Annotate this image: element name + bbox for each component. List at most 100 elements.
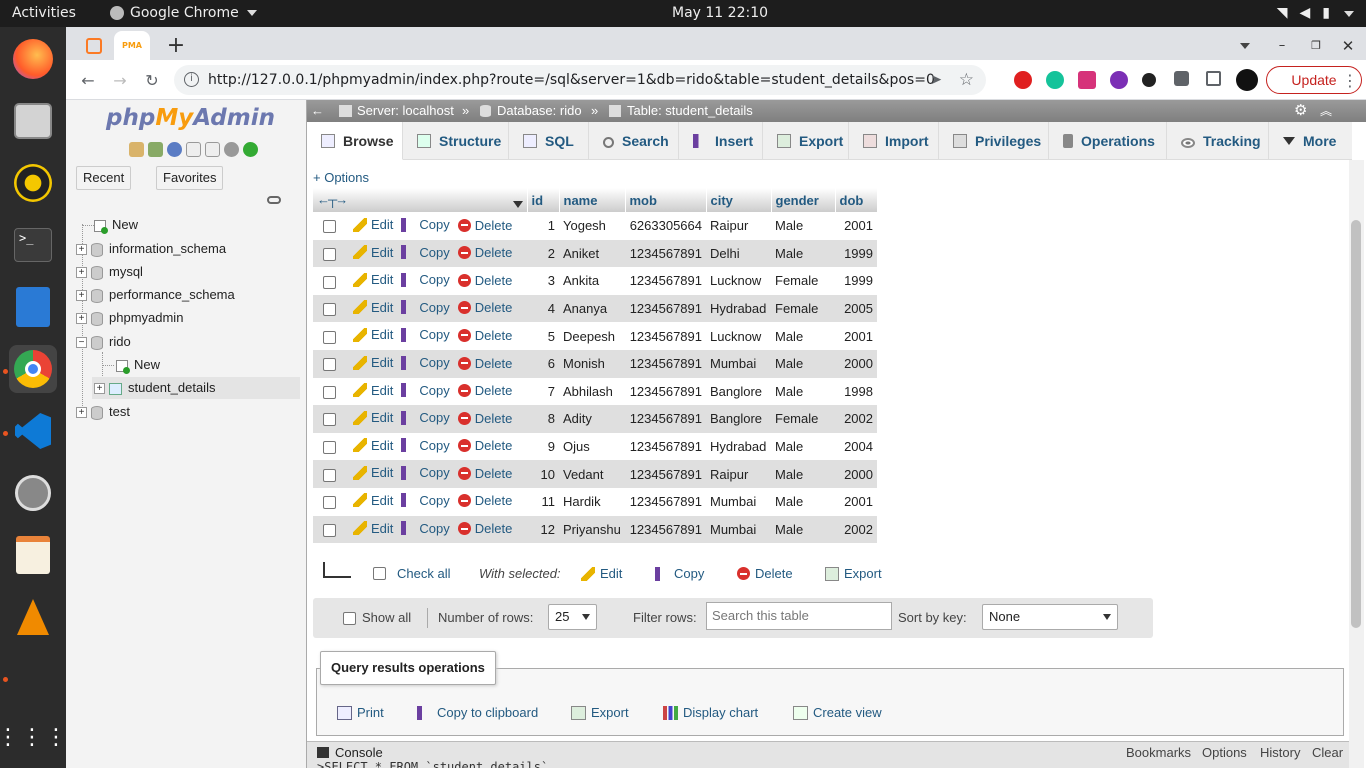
cell-mob[interactable]: 6263305664 — [625, 212, 706, 240]
check-all-toggle[interactable]: Check all — [373, 566, 450, 581]
text-editor-icon[interactable] — [9, 531, 57, 579]
maximize-button[interactable]: ❐ — [1298, 31, 1334, 60]
row-delete-button[interactable]: Delete — [457, 383, 512, 398]
cell-id[interactable]: 2 — [527, 239, 559, 268]
bulk-delete-button[interactable]: Delete — [737, 566, 793, 581]
expand-icon[interactable]: + — [76, 267, 87, 279]
document-viewer-icon[interactable] — [9, 283, 57, 331]
cell-city[interactable]: Delhi — [706, 239, 771, 268]
cell-name[interactable]: Ananya — [559, 294, 625, 323]
tab-browse[interactable]: Browse — [307, 122, 403, 160]
cell-city[interactable]: Banglore — [706, 405, 771, 433]
gear-icon[interactable] — [224, 142, 239, 157]
column-header-name[interactable]: name — [559, 188, 626, 212]
row-edit-button[interactable]: Edit — [353, 272, 393, 287]
cell-mob[interactable]: 1234567891 — [625, 460, 706, 488]
close-window-button[interactable]: ✕ — [1330, 31, 1366, 60]
row-copy-button[interactable]: Copy — [401, 465, 450, 480]
phpmyadmin-logo[interactable]: phpMyAdmin — [106, 105, 275, 131]
row-edit-button[interactable]: Edit — [353, 355, 393, 370]
cell-dob[interactable]: 2002 — [835, 405, 877, 433]
row-delete-button[interactable]: Delete — [457, 438, 512, 453]
collapse-icon[interactable]: − — [76, 337, 87, 349]
row-delete-button[interactable]: Delete — [457, 411, 512, 426]
cell-mob[interactable]: 1234567891 — [625, 294, 706, 323]
row-edit-button[interactable]: Edit — [353, 521, 393, 536]
create-view-button[interactable]: Create view — [793, 705, 882, 720]
profile-avatar[interactable] — [1236, 69, 1258, 91]
extensions-puzzle-icon[interactable] — [1174, 71, 1189, 86]
tree-item-rido[interactable]: − rido — [76, 331, 131, 353]
tab-import[interactable]: Import — [849, 122, 939, 160]
cell-dob[interactable]: 2004 — [835, 432, 877, 461]
filter-rows-input[interactable]: Search this table — [706, 602, 892, 630]
vlc-icon[interactable] — [9, 593, 57, 641]
row-edit-button[interactable]: Edit — [353, 438, 393, 453]
bulk-export-button[interactable]: Export — [825, 566, 882, 581]
new-tab-button[interactable]: + — [158, 31, 194, 60]
cell-dob[interactable]: 1999 — [835, 267, 877, 295]
column-header-mob[interactable]: mob — [625, 188, 707, 212]
row-checkbox[interactable] — [323, 303, 336, 317]
row-checkbox[interactable] — [323, 220, 336, 234]
row-checkbox[interactable] — [323, 358, 336, 372]
row-edit-button[interactable]: Edit — [353, 217, 393, 232]
vscode-icon[interactable] — [9, 407, 57, 455]
resize-arrows-icon[interactable]: ←┬→ — [317, 192, 348, 207]
cell-city[interactable]: Lucknow — [706, 322, 771, 350]
row-checkbox[interactable] — [323, 247, 336, 261]
reload-button[interactable]: ↻ — [140, 68, 164, 92]
cell-dob[interactable]: 2002 — [835, 515, 877, 544]
cell-gender[interactable]: Male — [771, 212, 835, 240]
cell-id[interactable]: 10 — [527, 460, 559, 488]
row-delete-button[interactable]: Delete — [457, 300, 512, 315]
row-copy-button[interactable]: Copy — [401, 493, 450, 508]
tab-export[interactable]: Export — [763, 122, 849, 160]
row-edit-button[interactable]: Edit — [353, 383, 393, 398]
cell-id[interactable]: 3 — [527, 267, 559, 295]
column-header-id[interactable]: id — [527, 188, 560, 212]
rhythmbox-icon[interactable] — [9, 159, 57, 207]
cell-gender[interactable]: Female — [771, 405, 835, 433]
row-checkbox[interactable] — [323, 275, 336, 289]
cell-mob[interactable]: 1234567891 — [625, 515, 706, 544]
cell-dob[interactable]: 1999 — [835, 239, 877, 268]
row-checkbox[interactable] — [323, 496, 336, 510]
cell-dob[interactable]: 1998 — [835, 377, 877, 406]
sort-key-select[interactable]: None — [982, 604, 1118, 630]
column-header-gender[interactable]: gender — [771, 188, 836, 212]
cell-gender[interactable]: Male — [771, 487, 835, 516]
activities-button[interactable]: Activities — [12, 5, 76, 21]
display-chart-button[interactable]: Display chart — [663, 705, 758, 720]
docs-icon[interactable] — [186, 142, 201, 157]
show-all-toggle[interactable]: Show all — [343, 610, 411, 626]
cell-gender[interactable]: Male — [771, 432, 835, 461]
tab-sql[interactable]: SQL — [509, 122, 589, 160]
row-edit-button[interactable]: Edit — [353, 300, 393, 315]
terminal-icon[interactable]: >_ — [9, 221, 57, 269]
column-header-city[interactable]: city — [706, 188, 772, 212]
extension-purple-icon[interactable] — [1110, 71, 1128, 89]
breadcrumb-server[interactable]: Server: localhost — [357, 100, 454, 122]
tab-structure[interactable]: Structure — [403, 122, 509, 160]
row-checkbox[interactable] — [323, 413, 336, 427]
tree-item-rido-new[interactable]: New — [116, 354, 160, 376]
collapse-top-icon[interactable]: ︽ — [1320, 100, 1332, 122]
console-clear[interactable]: Clear — [1312, 745, 1343, 760]
cell-dob[interactable]: 2005 — [835, 294, 877, 323]
cell-city[interactable]: Banglore — [706, 377, 771, 406]
cell-name[interactable]: Yogesh — [559, 212, 625, 240]
send-icon[interactable]: ➤ — [930, 65, 942, 95]
cell-name[interactable]: Priyanshu — [559, 515, 625, 544]
reload-icon[interactable] — [243, 142, 258, 157]
bookmark-star-icon[interactable]: ☆ — [959, 65, 974, 95]
cell-name[interactable]: Vedant — [559, 460, 625, 488]
tree-item-performance-schema[interactable]: + performance_schema — [76, 284, 235, 306]
cell-name[interactable]: Deepesh — [559, 322, 625, 350]
files-icon[interactable] — [9, 97, 57, 145]
row-checkbox[interactable] — [323, 523, 336, 537]
tree-item-student-details[interactable]: + student_details — [92, 377, 300, 399]
row-copy-button[interactable]: Copy — [401, 438, 450, 453]
row-copy-button[interactable]: Copy — [401, 521, 450, 536]
breadcrumb-database[interactable]: Database: rido — [497, 100, 582, 122]
